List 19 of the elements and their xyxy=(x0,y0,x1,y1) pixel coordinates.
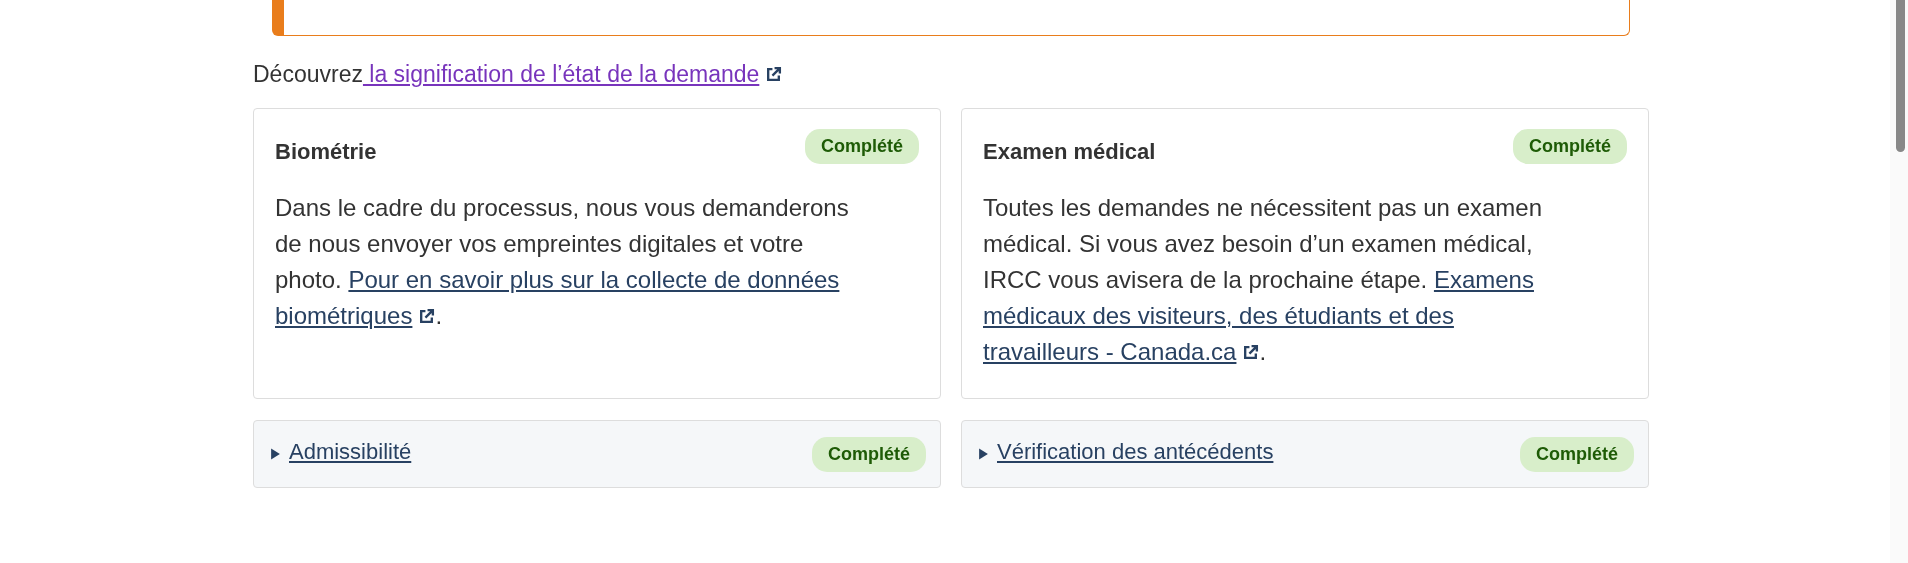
card-description: Toutes les demandes ne nécessitent pas un examen médical. Si vous avez besoin d’un examen médical, IRCC vous avisera de la prochaine étape. Examens médicaux des visiteurs, des étudiants et des travailleurs - Canada.ca . xyxy=(983,193,1544,367)
accordion-row[interactable]: Vérification des antécédents Complété xyxy=(961,420,1649,488)
card-title: Biométrie xyxy=(275,138,377,166)
external-link-icon xyxy=(418,308,436,325)
external-link-icon xyxy=(1242,344,1260,361)
scrollbar-thumb[interactable] xyxy=(1896,0,1905,152)
status-badge: Complété xyxy=(1513,129,1627,164)
section-link[interactable]: Vérification des antécédents xyxy=(997,434,1274,468)
status-badge: Complété xyxy=(1520,436,1634,472)
card-description: Dans le cadre du processus, nous vous demanderons de nous envoyer vos empreintes digitales et votre photo. Pour en savoir plus sur la collecte de données biométriques . xyxy=(275,193,850,331)
status-badge: Complété xyxy=(812,436,926,472)
intro-text: Découvrez la signification de l’état de la demande xyxy=(253,61,760,87)
status-meaning-link[interactable]: la signification de l’état de la demande xyxy=(362,61,760,87)
status-badge: Complété xyxy=(805,129,919,164)
accordion-row[interactable]: Admissibilité Complété xyxy=(253,420,941,488)
card-title: Examen médical xyxy=(983,138,1156,166)
scrollbar[interactable] xyxy=(1890,0,1908,563)
external-link-icon xyxy=(765,66,783,83)
section-link[interactable]: Admissibilité xyxy=(289,434,412,468)
